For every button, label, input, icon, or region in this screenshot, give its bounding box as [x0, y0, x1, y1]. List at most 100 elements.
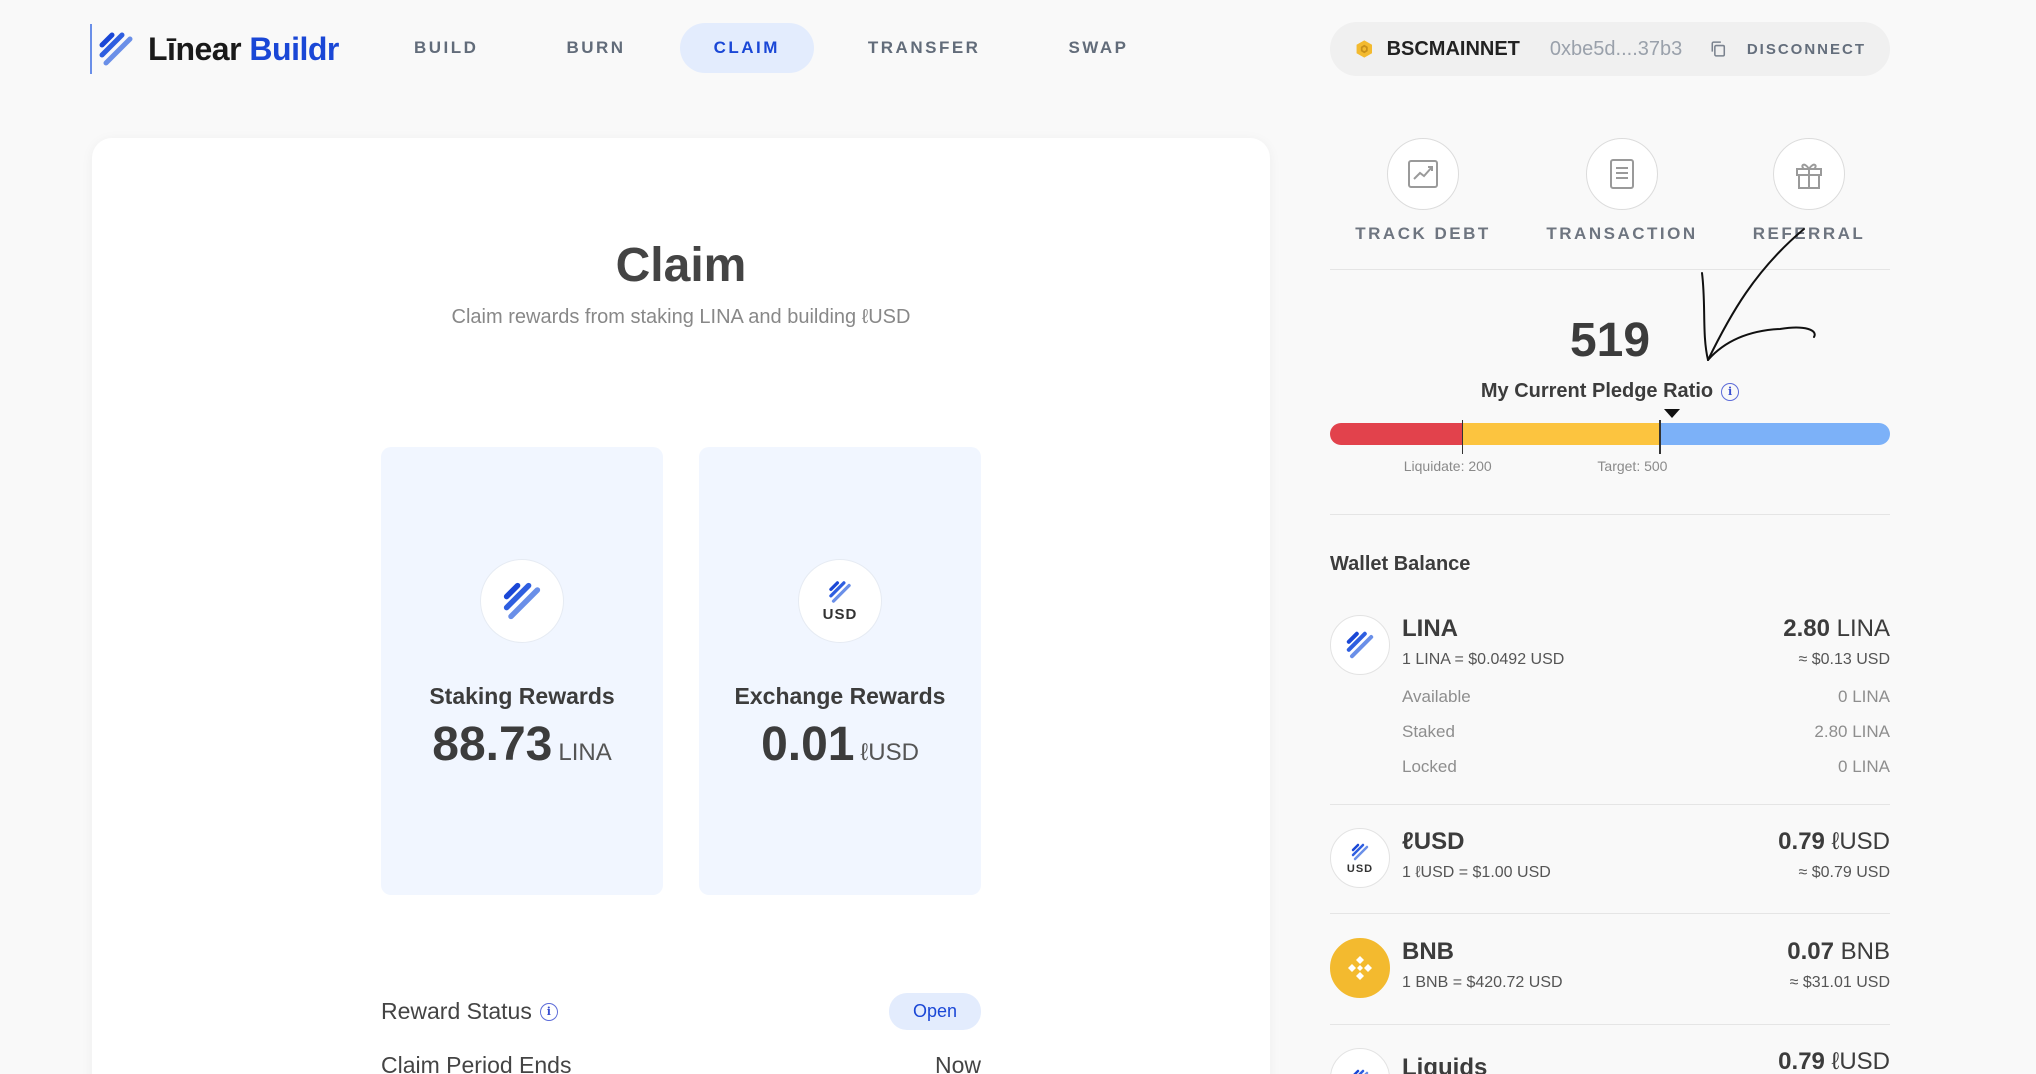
- exchange-rewards-label: Exchange Rewards: [734, 683, 946, 709]
- reward-status-label: Reward Status: [381, 998, 532, 1024]
- bnb-icon: [1348, 956, 1372, 980]
- token-balance-unit: ℓUSD: [1831, 828, 1890, 855]
- claim-period-row: Claim Period Ends Now: [381, 1052, 981, 1074]
- bsc-network-icon: [1356, 40, 1372, 58]
- disconnect-button[interactable]: DISCONNECT: [1747, 41, 1866, 58]
- token-usd-value: ≈ $0.79 USD: [1798, 864, 1891, 881]
- token-row-bnb: BNB 1 BNB = $420.72 USD 0.07 BNB ≈ $31.0…: [1330, 938, 1890, 1002]
- referral-icon-wrap: [1773, 138, 1845, 210]
- hand-drawn-arrow-annotation: [1701, 228, 1816, 361]
- brand-word-1: Līnear: [148, 30, 242, 67]
- token-balance-amount: 0.07: [1787, 938, 1834, 965]
- exchange-rewards-card: USD Exchange Rewards 0.01 ℓUSD: [699, 447, 981, 895]
- liquids-icon-wrap: [1330, 1048, 1390, 1074]
- token-balance: 2.80 LINA: [1783, 615, 1890, 643]
- sub-row-label: Available: [1402, 687, 1471, 706]
- page-title: Claim: [615, 239, 747, 292]
- network-name: BSCMAINNET: [1386, 37, 1520, 60]
- token-balance-amount: 2.80: [1783, 615, 1830, 642]
- transaction-icon-wrap: [1586, 138, 1658, 210]
- token-balance-unit: ℓUSD: [1831, 1048, 1890, 1074]
- sub-row-value: 0 LINA: [1838, 687, 1890, 706]
- claim-period-value: Now: [934, 1052, 981, 1074]
- token-balance: 0.79 ℓUSD: [1778, 828, 1890, 856]
- nav-burn[interactable]: BURN: [532, 23, 659, 73]
- target-caption: Target: 500: [1597, 458, 1668, 474]
- nav-transfer[interactable]: TRANSFER: [834, 23, 1015, 73]
- lina-icon: [1346, 631, 1374, 659]
- chart-icon: [1408, 160, 1438, 188]
- token-rate: 1 BNB = $420.72 USD: [1402, 974, 1563, 991]
- nav-build[interactable]: BUILD: [380, 23, 512, 73]
- sub-row-label: Staked: [1402, 722, 1455, 741]
- staking-rewards-card: Staking Rewards 88.73 LINA: [381, 447, 663, 895]
- copy-icon[interactable]: [1708, 37, 1729, 61]
- token-usd-value: ≈ $0.13 USD: [1798, 651, 1891, 668]
- transaction-link[interactable]: TRANSACTION: [1522, 138, 1722, 244]
- main-nav: BUILD BURN CLAIM TRANSFER SWAP: [380, 23, 1183, 73]
- gauge-warning-segment: [1461, 423, 1660, 445]
- bnb-icon-wrap: [1330, 938, 1390, 998]
- staking-rewards-value: 88.73 LINA: [381, 717, 663, 772]
- liquids-icon: [1353, 1069, 1369, 1074]
- brand-name: Līnear Buildr: [148, 31, 339, 68]
- track-debt-label: TRACK DEBT: [1355, 224, 1491, 243]
- token-rate: 1 ℓUSD = $1.00 USD: [1402, 864, 1551, 881]
- reward-status-row: Reward Status i Open: [381, 993, 981, 1030]
- pledge-ratio-label: My Current Pledge Ratio: [1480, 380, 1714, 402]
- pledge-info-icon[interactable]: i: [1721, 382, 1740, 401]
- divider: [1330, 804, 1890, 805]
- token-balance-amount: 0.79: [1778, 1048, 1825, 1074]
- token-balance: 0.79 ℓUSD: [1778, 1048, 1890, 1074]
- exchange-rewards-value: 0.01 ℓUSD: [699, 717, 981, 772]
- current-ratio-marker: [1663, 409, 1680, 418]
- exchange-rewards-unit: ℓUSD: [860, 739, 919, 766]
- info-icon[interactable]: i: [539, 1002, 558, 1021]
- token-name: LINA: [1402, 615, 1458, 642]
- token-row-lina: LINA 1 LINA = $0.0492 USD 2.80 LINA ≈ $0…: [1330, 615, 1890, 785]
- pledge-ratio-gauge: [1330, 423, 1890, 445]
- token-balance-amount: 0.79: [1778, 828, 1825, 855]
- token-balance-unit: LINA: [1836, 615, 1890, 642]
- wallet-address: 0xbe5d....37b3: [1549, 37, 1683, 60]
- staking-rewards-label: Staking Rewards: [429, 683, 615, 709]
- logo[interactable]: Līnear Buildr: [90, 22, 339, 76]
- token-balance-unit: BNB: [1840, 938, 1890, 965]
- liquidate-tick: [1461, 420, 1464, 454]
- lina-icon-wrap: [1330, 615, 1390, 675]
- gauge-liquidate-segment: [1330, 423, 1462, 445]
- wallet-connection: BSCMAINNET 0xbe5d....37b3 DISCONNECT: [1330, 22, 1890, 76]
- usd-icon-text: USD: [822, 606, 858, 623]
- staking-rewards-unit: LINA: [558, 739, 612, 766]
- claim-period-label: Claim Period Ends: [381, 1052, 572, 1074]
- sub-row-label: Locked: [1402, 757, 1457, 776]
- divider: [1330, 913, 1890, 914]
- lina-available-row: Available 0 LINA: [1402, 687, 1890, 707]
- usd-icon-text: USD: [1346, 862, 1374, 875]
- token-rate: 1 LINA = $0.0492 USD: [1402, 651, 1565, 668]
- lusd-icon-wrap: USD: [1330, 828, 1390, 888]
- staking-rewards-amount: 88.73: [432, 718, 553, 771]
- logo-divider: [90, 24, 92, 74]
- lina-token-icon: [480, 559, 564, 643]
- sub-row-value: 0 LINA: [1838, 757, 1890, 776]
- status-badge: Open: [888, 993, 981, 1030]
- lina-locked-row: Locked 0 LINA: [1402, 757, 1890, 777]
- token-row-lusd: USD ℓUSD 1 ℓUSD = $1.00 USD 0.79 ℓUSD ≈ …: [1330, 828, 1890, 892]
- exchange-rewards-amount: 0.01: [761, 718, 855, 771]
- document-icon: [1610, 159, 1634, 189]
- track-debt-link[interactable]: TRACK DEBT: [1323, 138, 1523, 244]
- reward-status-label-wrap: Reward Status i: [381, 998, 558, 1025]
- lusd-icon: [829, 581, 851, 603]
- lina-icon: [503, 582, 541, 620]
- token-name: Liquids: [1402, 1054, 1488, 1074]
- linear-logo-icon: [99, 32, 133, 66]
- wallet-balance-title: Wallet Balance: [1330, 553, 1471, 575]
- token-name: ℓUSD: [1402, 828, 1465, 855]
- divider: [1330, 1024, 1890, 1025]
- token-row-liquids: Liquids 0.79 ℓUSD: [1330, 1048, 1890, 1074]
- liquidate-caption: Liquidate: 200: [1403, 458, 1492, 474]
- nav-claim[interactable]: CLAIM: [679, 23, 814, 73]
- nav-swap[interactable]: SWAP: [1034, 23, 1162, 73]
- lusd-icon: [1351, 843, 1369, 860]
